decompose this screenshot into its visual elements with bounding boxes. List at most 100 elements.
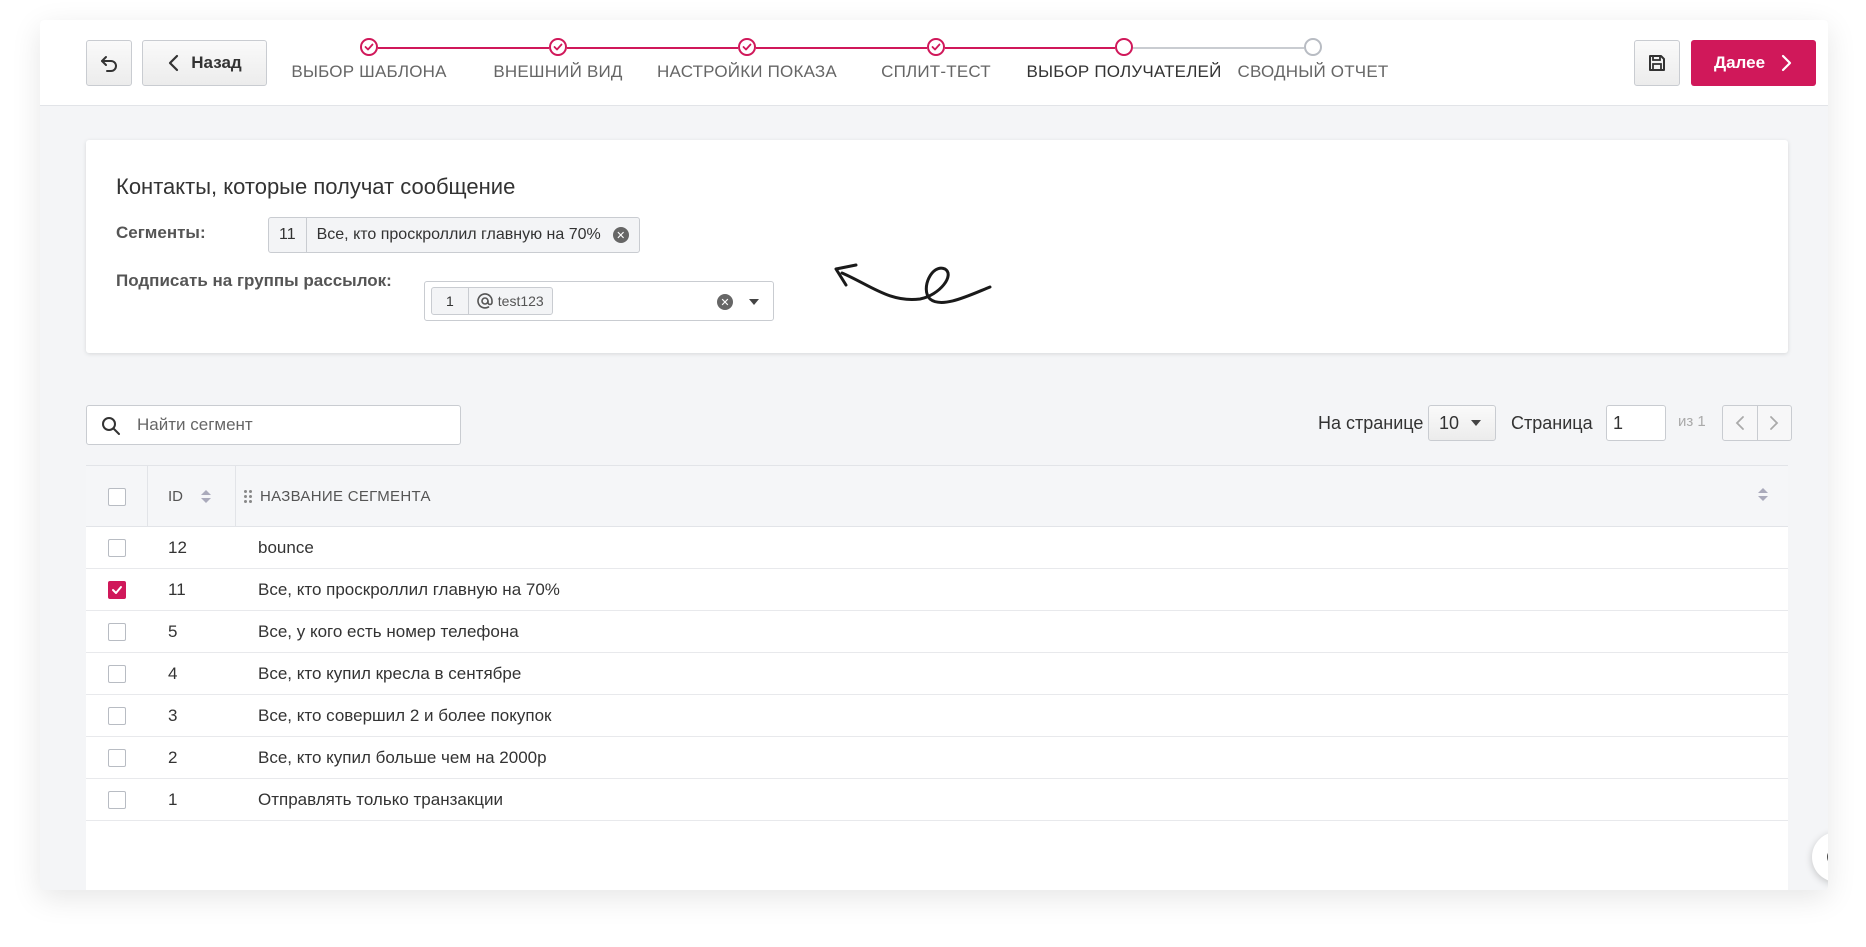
back-label: Назад — [191, 53, 242, 72]
step-label: ВЫБОР ПОЛУЧАТЕЛЕЙ — [1026, 62, 1222, 81]
page-nav — [1722, 405, 1792, 441]
column-name-header[interactable]: НАЗВАНИЕ СЕГМЕНТА — [236, 466, 1788, 527]
table-row[interactable]: 2 Все, кто купил больше чем на 2000р — [86, 737, 1788, 779]
row-checkbox-cell — [86, 695, 148, 737]
table-row[interactable]: 3 Все, кто совершил 2 и более покупок — [86, 695, 1788, 737]
top-toolbar: Назад ВЫБОР ШАБЛОНА ВНЕШНИЙ ВИД НАСТРОЙКИ … — [40, 20, 1828, 106]
step-label: СПЛИТ-ТЕСТ — [881, 62, 991, 81]
page-label: Страница — [1511, 412, 1593, 433]
row-checkbox-cell — [86, 653, 148, 695]
step-check-icon — [927, 38, 945, 56]
row-checkbox[interactable] — [108, 749, 126, 767]
step-5[interactable]: ВЫБОР ПОЛУЧАТЕЛЕЙ — [1014, 38, 1234, 82]
row-id: 12 — [168, 538, 187, 557]
dropdown-caret-icon — [1471, 420, 1482, 426]
mailing-groups-select[interactable]: 1 test123 ✕ — [424, 281, 774, 321]
step-circle-icon — [1115, 38, 1133, 56]
step-label: ВНЕШНИЙ ВИД — [493, 62, 623, 81]
table-row[interactable]: 4 Все, кто купил кресла в сентябре — [86, 653, 1788, 695]
step-4[interactable]: СПЛИТ-ТЕСТ — [826, 38, 1046, 82]
step-6[interactable]: СВОДНЫЙ ОТЧЕТ — [1203, 38, 1423, 82]
segment-search[interactable] — [86, 405, 461, 445]
save-button[interactable] — [1634, 40, 1680, 86]
sort-icon — [1758, 488, 1768, 501]
row-checkbox[interactable] — [108, 791, 126, 809]
table-row[interactable]: 5 Все, у кого есть номер телефона — [86, 611, 1788, 653]
column-name-label: НАЗВАНИЕ СЕГМЕНТА — [260, 488, 431, 505]
row-checkbox[interactable] — [108, 623, 126, 641]
undo-button[interactable] — [86, 40, 132, 86]
next-button[interactable]: Далее — [1691, 40, 1816, 86]
step-check-icon — [549, 38, 567, 56]
back-button[interactable]: Назад — [142, 40, 267, 86]
row-id: 4 — [168, 664, 178, 683]
chevron-left-icon — [1735, 416, 1744, 430]
per-page-select[interactable]: 10 — [1428, 405, 1496, 441]
table-row[interactable]: 11 Все, кто проскроллил главную на 70% — [86, 569, 1788, 611]
group-tag-name: test123 — [497, 293, 544, 309]
undo-icon — [101, 56, 117, 72]
step-check-icon — [360, 38, 378, 56]
row-checkbox-cell — [86, 611, 148, 653]
drag-handle-icon[interactable] — [244, 490, 252, 503]
select-all-checkbox[interactable] — [107, 487, 126, 506]
segments-table: ID НАЗВАНИЕ СЕГМЕНТА 12 bounce 11 Все, кто … — [86, 465, 1788, 890]
remove-segment-icon[interactable]: ✕ — [612, 227, 629, 243]
clear-groups-icon[interactable]: ✕ — [717, 294, 733, 310]
row-name: Все, кто купил больше чем на 2000р — [258, 748, 547, 767]
chevron-left-icon — [169, 54, 179, 72]
row-name: Все, кто купил кресла в сентябре — [258, 664, 522, 683]
row-id: 3 — [168, 706, 178, 725]
row-checkbox[interactable] — [108, 665, 126, 683]
next-label: Далее — [1713, 53, 1766, 72]
row-checkbox-cell — [86, 737, 148, 779]
app-window: Назад ВЫБОР ШАБЛОНА ВНЕШНИЙ ВИД НАСТРОЙКИ … — [40, 20, 1828, 890]
step-label: СВОДНЫЙ ОТЧЕТ — [1237, 62, 1389, 81]
help-icon — [1827, 852, 1828, 862]
step-label: ВЫБОР ШАБЛОНА — [291, 62, 447, 81]
groups-label: Подписать на группы рассылок: — [116, 271, 392, 290]
row-id: 2 — [168, 748, 178, 767]
next-page-button[interactable] — [1758, 406, 1792, 440]
page-number-input[interactable]: 1 — [1606, 405, 1666, 441]
row-checkbox[interactable] — [108, 581, 126, 599]
page-total-label: из 1 — [1678, 413, 1706, 430]
check-icon — [112, 586, 122, 594]
row-name: Все, кто совершил 2 и более покупок — [258, 706, 552, 725]
dropdown-caret-icon[interactable] — [749, 299, 759, 305]
search-input[interactable] — [137, 406, 447, 444]
sort-icon — [201, 490, 211, 503]
row-checkbox[interactable] — [108, 707, 126, 725]
wizard-stepper: ВЫБОР ШАБЛОНА ВНЕШНИЙ ВИД НАСТРОЙКИ ПОКАЗА… — [291, 20, 1615, 106]
chevron-right-icon — [1770, 416, 1779, 430]
step-3[interactable]: НАСТРОЙКИ ПОКАЗА — [637, 38, 857, 82]
save-icon — [1649, 55, 1665, 71]
row-id: 11 — [168, 580, 186, 599]
table-row[interactable]: 12 bounce — [86, 527, 1788, 569]
per-page-value: 10 — [1439, 412, 1460, 433]
group-tag-count: 1 — [432, 288, 469, 314]
row-name: bounce — [258, 538, 314, 557]
chevron-right-icon — [1781, 54, 1792, 72]
segment-tag: 11 Все, кто проскроллил главную на 70% ✕ — [268, 217, 640, 253]
row-checkbox[interactable] — [108, 539, 126, 557]
segment-tag-name: Все, кто проскроллил главную на 70% — [316, 226, 601, 243]
column-id-header[interactable]: ID — [148, 466, 236, 527]
prev-page-button[interactable] — [1723, 406, 1758, 440]
select-all-cell — [86, 466, 148, 527]
row-checkbox-cell — [86, 569, 148, 611]
table-row[interactable]: 1 Отправлять только транзакции — [86, 779, 1788, 821]
row-name: Отправлять только транзакции — [258, 790, 504, 809]
per-page-label: На странице — [1318, 412, 1424, 433]
row-id: 1 — [168, 790, 178, 809]
step-check-icon — [738, 38, 756, 56]
segment-tag-id: 11 — [269, 218, 307, 252]
row-checkbox-cell — [86, 527, 148, 569]
row-checkbox-cell — [86, 779, 148, 821]
help-button[interactable] — [1812, 832, 1828, 882]
step-2[interactable]: ВНЕШНИЙ ВИД — [448, 38, 668, 82]
row-name: Все, у кого есть номер телефона — [258, 622, 519, 641]
step-1[interactable]: ВЫБОР ШАБЛОНА — [259, 38, 479, 82]
group-tag: 1 test123 — [431, 287, 553, 315]
card-title: Контакты, которые получат сообщение — [116, 174, 516, 199]
